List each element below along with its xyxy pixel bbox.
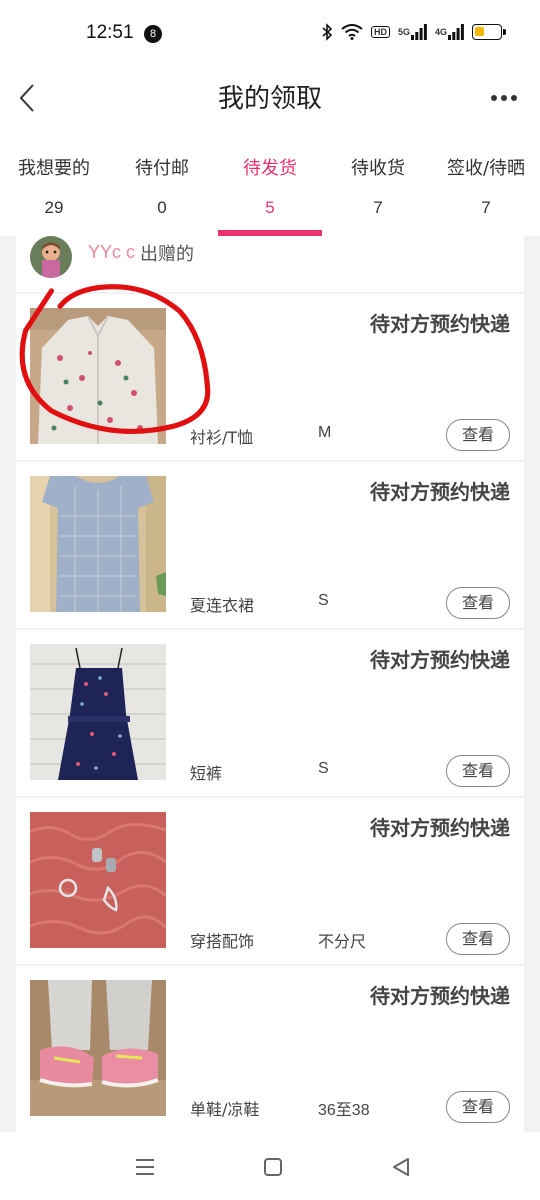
status-time: 12:51 (86, 22, 134, 43)
item-status: 待对方预约快递 (370, 984, 510, 1008)
more-icon (491, 95, 517, 101)
tab-label: 待发货 (243, 158, 297, 179)
item-image-earrings[interactable] (30, 812, 166, 948)
home-button[interactable] (258, 1152, 288, 1182)
item-image-navy-romper[interactable] (30, 644, 166, 780)
item-size: S (318, 760, 329, 777)
item-status: 待对方预约快递 (370, 312, 510, 336)
tab-label: 待付邮 (135, 158, 189, 179)
tab-signed-review[interactable]: 签收/待晒 7 (432, 128, 540, 236)
tab-awaiting-postage[interactable]: 待付邮 0 (108, 128, 216, 236)
tab-awaiting-receipt[interactable]: 待收货 7 (324, 128, 432, 236)
view-button[interactable]: 查看 (446, 1091, 510, 1123)
list-item[interactable]: 待对方预约快递 穿搭配饰 不分尺 查看 (16, 798, 524, 964)
avatar[interactable] (30, 236, 72, 278)
tab-count: 29 (44, 198, 64, 217)
app-header: 我的领取 (0, 68, 540, 128)
item-status: 待对方预约快递 (370, 480, 510, 504)
status-bar: 12:51 8 HD 5G 4G (0, 0, 540, 68)
item-category: 夏连衣裙 (190, 596, 255, 615)
item-category: 穿搭配饰 (190, 932, 255, 951)
system-nav-bar (0, 1132, 540, 1200)
status-tabs: 我想要的 29 待付邮 0 待发货 5 待收货 7 签收/待晒 7 (0, 128, 540, 236)
item-size: 36至38 (318, 1102, 370, 1119)
battery-icon (472, 22, 506, 42)
back-nav-button[interactable] (386, 1152, 416, 1182)
tab-count: 5 (265, 198, 275, 217)
signal-5g-icon: 5G (398, 22, 427, 42)
item-category: 单鞋/凉鞋 (190, 1100, 260, 1119)
tab-count: 0 (157, 198, 167, 217)
home-square-icon (264, 1158, 282, 1176)
list-item[interactable]: 待对方预约快递 夏连衣裙 S 查看 (16, 462, 524, 628)
giver-row[interactable]: YYc c 出赠的 (16, 236, 524, 292)
wifi-icon (341, 22, 363, 42)
giver-suffix: 出赠的 (140, 244, 194, 265)
item-image-gingham-dress[interactable] (30, 476, 166, 612)
tab-label: 待收货 (351, 158, 405, 179)
item-status: 待对方预约快递 (370, 816, 510, 840)
item-category: 短裤 (190, 764, 223, 783)
tab-label: 我想要的 (18, 158, 90, 179)
list-item[interactable]: 待对方预约快递 短裤 S 查看 (16, 630, 524, 796)
list-item[interactable]: 待对方预约快递 衬衫/T恤 M 查看 (16, 294, 524, 460)
item-size: S (318, 592, 329, 609)
list-item[interactable]: 待对方预约快递 单鞋/凉鞋 36至38 查看 (16, 966, 524, 1132)
item-image-pink-sneakers[interactable] (30, 980, 166, 1116)
signal-4g-icon: 4G (435, 22, 464, 42)
status-icons: HD 5G 4G (321, 22, 506, 42)
tab-awaiting-shipment[interactable]: 待发货 5 (216, 128, 324, 236)
menu-icon (136, 1159, 154, 1175)
item-category: 衬衫/T恤 (190, 428, 254, 447)
tab-label: 签收/待晒 (446, 158, 526, 179)
view-button[interactable]: 查看 (446, 923, 510, 955)
giver-name[interactable]: YYc c (88, 242, 135, 263)
bluetooth-icon (321, 22, 333, 42)
hd-icon: HD (370, 22, 390, 42)
back-triangle-icon (393, 1158, 409, 1176)
claim-list[interactable]: YYc c 出赠的 待对方预约快递 衬衫/T恤 M 查看 待对方预约快递 夏连衣… (0, 236, 540, 1132)
view-button[interactable]: 查看 (446, 587, 510, 619)
recent-apps-button[interactable] (130, 1152, 160, 1182)
page-title: 我的领取 (217, 84, 322, 114)
item-status: 待对方预约快递 (370, 648, 510, 672)
tab-wanted[interactable]: 我想要的 29 (0, 128, 108, 236)
notification-badge: 8 (144, 25, 162, 43)
item-size: M (318, 424, 332, 441)
view-button[interactable]: 查看 (446, 755, 510, 787)
item-size: 不分尺 (318, 934, 367, 951)
more-button[interactable] (488, 78, 520, 118)
view-button[interactable]: 查看 (446, 419, 510, 451)
item-image-floral-shirt[interactable] (30, 308, 166, 444)
tab-count: 7 (373, 198, 383, 217)
tab-count: 7 (481, 198, 491, 217)
